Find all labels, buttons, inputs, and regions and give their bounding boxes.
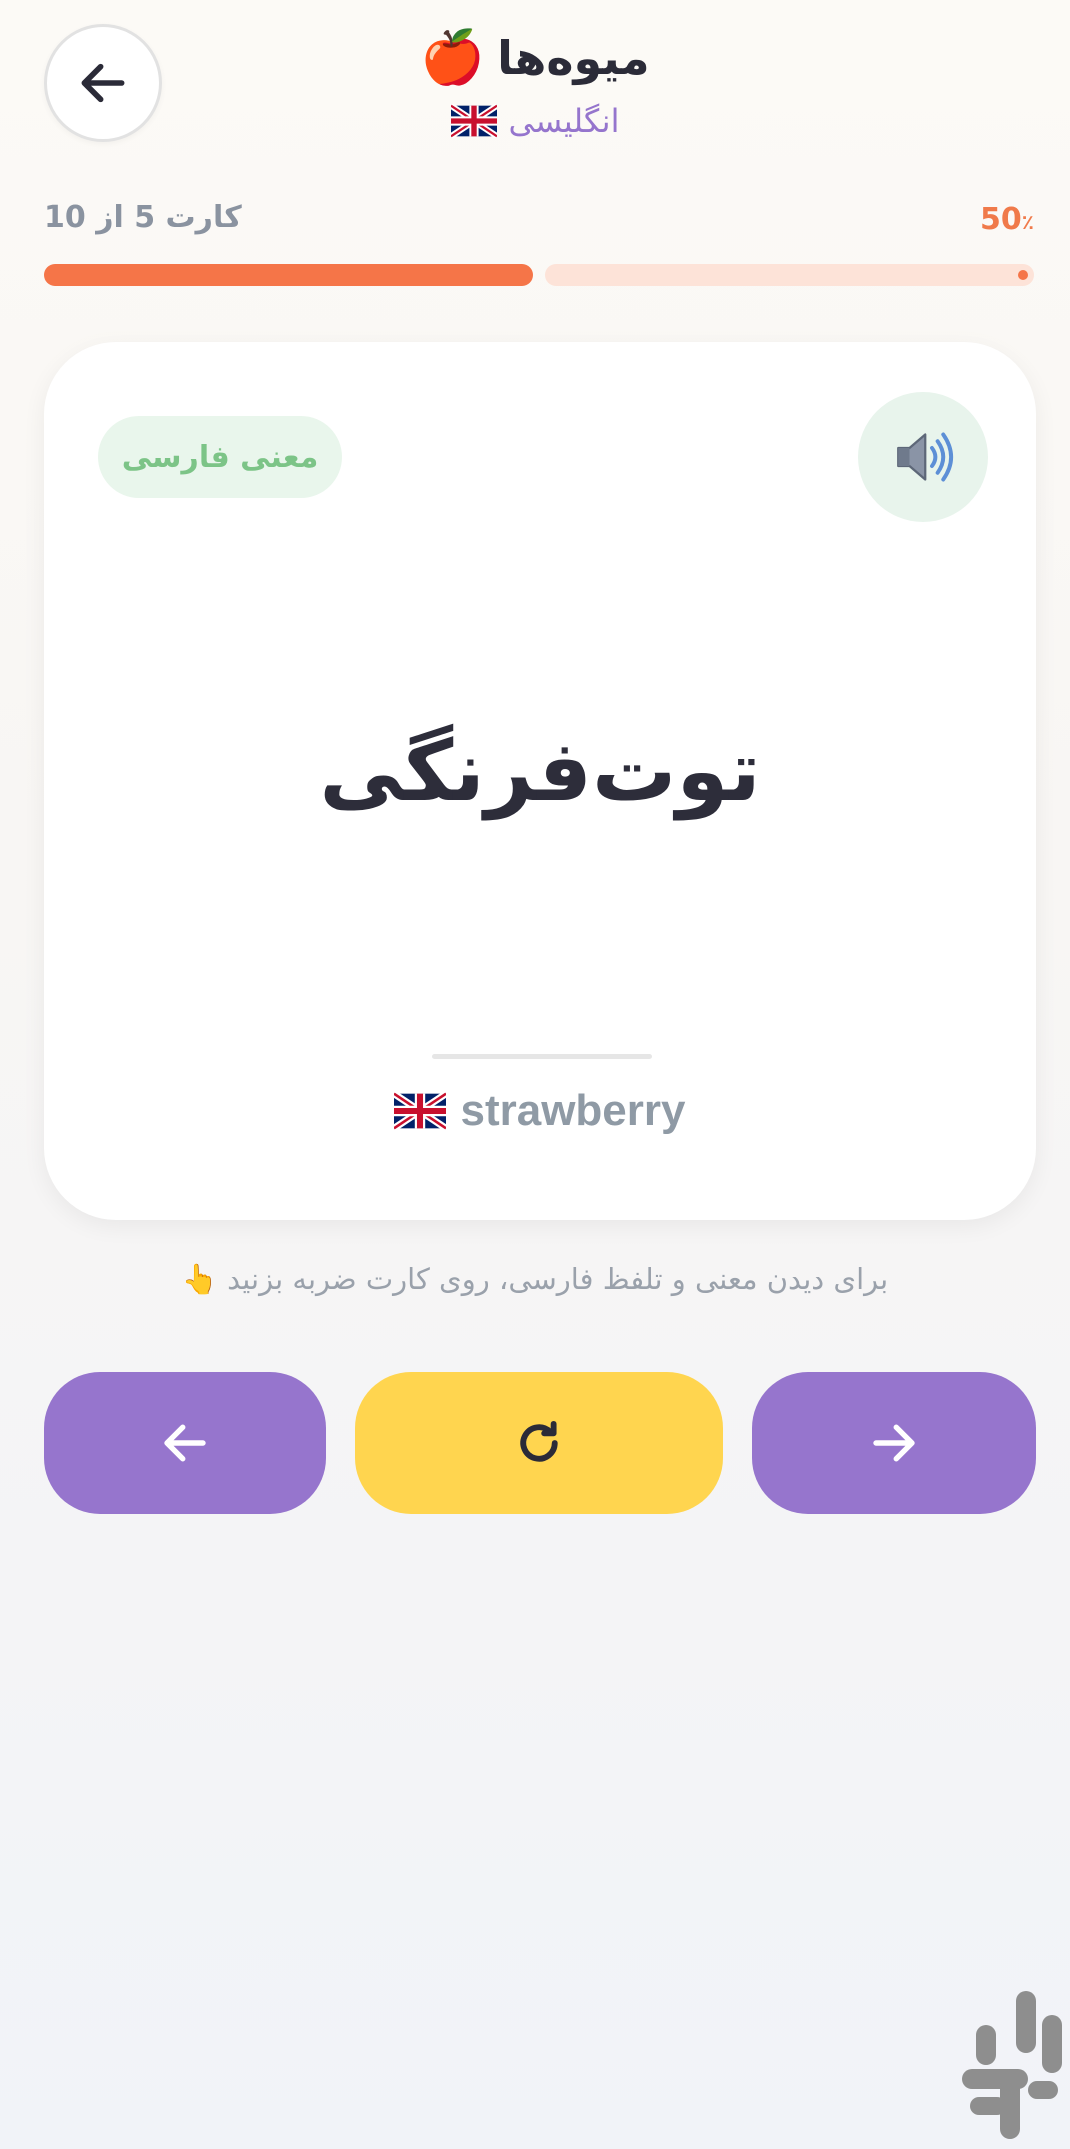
speaker-button[interactable] [858,392,988,522]
previous-card-button[interactable] [44,1372,326,1514]
page-title: میوه‌ها [497,31,650,85]
arrow-left-icon [164,1424,206,1462]
next-card-button[interactable] [752,1372,1036,1514]
word-english: strawberry [460,1086,686,1135]
pointing-hand-icon: 👆 [181,1262,218,1296]
progress-percent: 50٪ [980,202,1034,237]
progress-fill [44,264,533,286]
word-persian: توت‌فرنگی [319,722,761,820]
flashcard[interactable]: معنی فارسی توت‌فرنگی strawberry [44,342,1036,1220]
progress-remaining [545,264,1034,286]
speaker-icon [897,432,954,482]
progress-percent-sign: ٪ [1021,210,1034,234]
uk-flag-icon [394,1092,447,1130]
arrow-right-icon [873,1424,915,1462]
uk-flag-icon [450,104,497,138]
card-divider [432,1054,652,1059]
apple-icon: 🍎 [420,28,486,88]
refresh-icon [520,1420,558,1462]
progress-count: کارت 5 از 10 [44,200,242,235]
progress-bar [44,264,1034,286]
page-header: میوه‌ها 🍎 انگلیسی [0,20,1070,146]
tap-hint-text: برای دیدن معنی و تلفظ فارسی، روی کارت ضر… [227,1262,889,1296]
word-english-row: strawberry [44,1086,1036,1136]
page-subtitle: انگلیسی [508,102,620,140]
meaning-badge: معنی فارسی [98,416,342,498]
tap-hint: برای دیدن معنی و تلفظ فارسی، روی کارت ضر… [0,1262,1070,1297]
progress-end-dot [1018,270,1028,280]
bazaar-logo-icon [962,1991,1062,2139]
flip-card-button[interactable] [355,1372,723,1514]
progress-percent-value: 50 [980,202,1022,237]
